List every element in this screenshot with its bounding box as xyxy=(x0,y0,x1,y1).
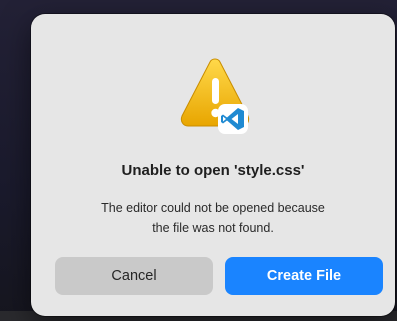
alert-dialog: Unable to open 'style.css' The editor co… xyxy=(31,14,395,316)
cancel-button[interactable]: Cancel xyxy=(55,257,213,295)
dialog-message-line: The editor could not be opened because xyxy=(101,201,325,215)
dialog-icon xyxy=(176,56,256,136)
create-file-button[interactable]: Create File xyxy=(225,257,383,295)
dialog-title: Unable to open 'style.css' xyxy=(121,162,305,179)
vscode-icon xyxy=(218,104,248,134)
dialog-message-line: the file was not found. xyxy=(152,221,274,235)
dialog-message: The editor could not be opened because t… xyxy=(61,198,365,238)
